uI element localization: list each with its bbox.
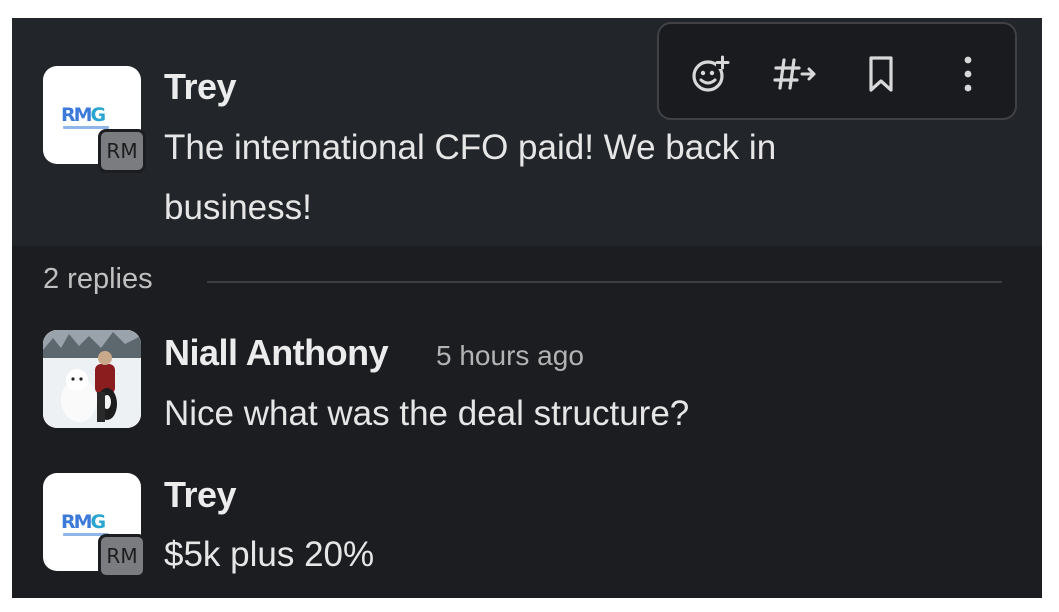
- replies-divider: [207, 281, 1002, 283]
- message-text: $5k plus 20%: [164, 535, 375, 574]
- add-reaction-icon[interactable]: [685, 50, 735, 98]
- more-actions-icon[interactable]: [943, 50, 993, 98]
- message-text-line-2: business!: [164, 188, 312, 227]
- bookmark-icon[interactable]: [856, 50, 906, 98]
- rmg-logo: RMG: [61, 511, 106, 533]
- sender-name[interactable]: Trey: [164, 474, 237, 516]
- workspace-badge: RM: [98, 534, 146, 578]
- message-pane: RMG RM Trey The international CFO paid! …: [12, 18, 1042, 598]
- sender-name[interactable]: Trey: [164, 66, 237, 108]
- rmg-logo: RMG: [61, 104, 106, 126]
- replies-count[interactable]: 2 replies: [43, 263, 153, 296]
- message-text: Nice what was the deal structure?: [164, 394, 690, 433]
- workspace-badge: RM: [98, 129, 146, 173]
- message-actions-toolbar: [657, 22, 1017, 120]
- sender-name[interactable]: Niall Anthony: [164, 332, 389, 374]
- avatar-niall-anthony[interactable]: [43, 330, 141, 428]
- message-timestamp[interactable]: 5 hours ago: [436, 340, 584, 372]
- message-text-line-1: The international CFO paid! We back in: [164, 128, 777, 167]
- forward-to-channel-icon[interactable]: [770, 50, 820, 98]
- parent-message[interactable]: RMG RM Trey The international CFO paid! …: [12, 18, 1042, 246]
